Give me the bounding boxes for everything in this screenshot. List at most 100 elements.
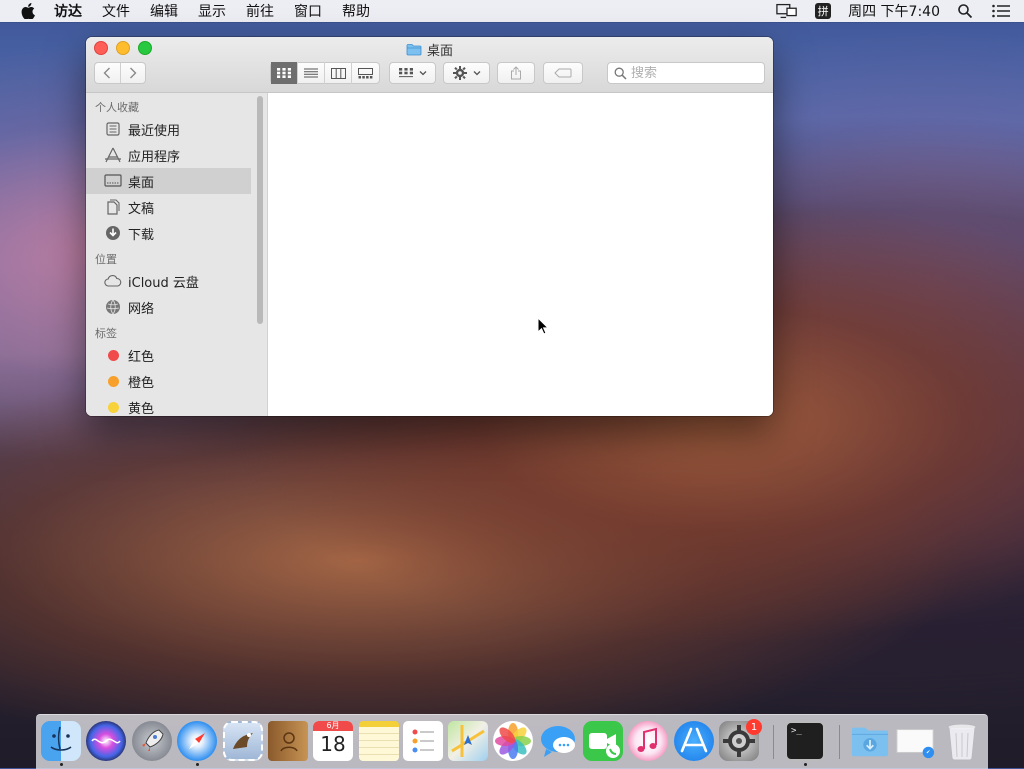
gallery-view-button[interactable] [352, 62, 379, 84]
sidebar-item-recents[interactable]: 最近使用 [86, 116, 251, 142]
window-titlebar[interactable]: 桌面 [86, 37, 773, 93]
dock-messages[interactable] [538, 721, 578, 761]
dock-safari[interactable] [177, 721, 217, 761]
sidebar-item-tag-orange[interactable]: 橙色 [86, 368, 251, 394]
sidebar-item-icloud-drive[interactable]: iCloud 云盘 [86, 268, 251, 294]
contacts-book-icon [280, 732, 298, 752]
map-icon [451, 725, 485, 757]
input-method-icon[interactable]: 拼 [812, 2, 834, 20]
sidebar-item-desktop[interactable]: 桌面 [86, 168, 251, 194]
red-tag-icon [104, 346, 122, 364]
dock-launchpad[interactable] [132, 721, 172, 761]
share-icon [511, 66, 521, 80]
list-view-button[interactable] [298, 62, 325, 84]
menu-finder[interactable]: 访达 [54, 1, 82, 21]
dock-desktop-stack[interactable] [896, 721, 936, 761]
dock-siri[interactable] [86, 721, 126, 761]
menu-bar: 访达 文件 编辑 显示 前往 窗口 帮助 拼 周四 下午7:40 [0, 0, 1024, 22]
folder-icon [406, 44, 422, 56]
notification-badge: 1 [746, 719, 762, 735]
gallery-view-icon [358, 67, 373, 78]
list-view-icon [304, 68, 318, 78]
toolbar [86, 61, 773, 87]
file-content-area[interactable] [268, 93, 773, 416]
sidebar-section-locations: 位置 [95, 253, 117, 266]
menu-clock[interactable]: 周四 下午7:40 [848, 1, 940, 21]
calendar-month: 6月 [313, 721, 353, 731]
menu-view[interactable]: 显示 [198, 1, 226, 21]
eagle-icon [233, 733, 253, 749]
sidebar-item-label: 下载 [128, 227, 155, 243]
document-stack-icon [896, 729, 935, 759]
dock-running-indicator [196, 763, 199, 766]
menu-go[interactable]: 前往 [246, 1, 274, 21]
share-button[interactable] [497, 62, 535, 84]
downloads-icon [104, 224, 122, 242]
calendar-day: 18 [320, 732, 346, 756]
mouse-cursor-icon [537, 317, 549, 335]
dock-maps[interactable] [448, 721, 488, 761]
sidebar-item-tag-red[interactable]: 红色 [86, 342, 251, 368]
spotlight-search-icon[interactable] [954, 2, 976, 20]
dock-finder[interactable] [41, 721, 81, 761]
dock-photos[interactable] [493, 721, 533, 761]
sidebar-item-applications[interactable]: 应用程序 [86, 142, 251, 168]
sidebar-item-label: 桌面 [128, 175, 155, 191]
input-method-label: 拼 [815, 3, 832, 19]
dock-mail[interactable] [223, 721, 263, 761]
column-view-icon [330, 67, 346, 79]
dock-separator [839, 725, 840, 759]
app-store-icon [680, 727, 708, 753]
dock-calendar[interactable]: 6月 18 [313, 721, 353, 761]
documents-icon [104, 198, 122, 216]
dock: 6月 18 1 >_ [36, 714, 988, 769]
yellow-tag-icon [104, 398, 122, 416]
sidebar-item-documents[interactable]: 文稿 [86, 194, 251, 220]
menu-help[interactable]: 帮助 [342, 1, 370, 21]
terminal-prompt: >_ [791, 726, 802, 736]
sidebar-item-label: 应用程序 [128, 149, 181, 165]
dock-terminal[interactable]: >_ [785, 721, 825, 761]
sidebar-item-network[interactable]: 网络 [86, 294, 251, 320]
dock-running-indicator [804, 763, 807, 766]
icloud-icon [104, 272, 122, 290]
sidebar-item-label: 文稿 [128, 201, 155, 217]
sidebar-item-downloads[interactable]: 下载 [86, 220, 251, 246]
group-by-button[interactable] [389, 62, 436, 84]
notification-center-icon[interactable] [990, 2, 1012, 20]
dock-itunes[interactable] [628, 721, 668, 761]
siri-icon [91, 738, 121, 744]
forward-button[interactable] [121, 63, 146, 83]
dock-app-store[interactable] [674, 721, 714, 761]
dock-downloads-folder[interactable] [850, 721, 890, 761]
dock-contacts[interactable] [268, 721, 308, 761]
network-icon [104, 298, 122, 316]
search-field[interactable] [607, 62, 765, 84]
dock-reminders[interactable] [403, 721, 443, 761]
dock-notes[interactable] [359, 721, 399, 761]
trash-icon [947, 723, 977, 761]
sidebar-item-label: 红色 [128, 349, 155, 365]
action-menu-button[interactable] [443, 62, 490, 84]
sidebar-item-label: 橙色 [128, 375, 155, 391]
menu-file[interactable]: 文件 [102, 1, 130, 21]
menu-edit[interactable]: 编辑 [150, 1, 178, 21]
window-title-text: 桌面 [426, 44, 453, 59]
search-icon [614, 67, 627, 80]
finder-icon [50, 726, 72, 751]
sidebar-scrollbar[interactable] [257, 96, 263, 324]
apple-menu-icon[interactable] [20, 3, 36, 19]
dock-trash[interactable] [942, 721, 982, 761]
sidebar-item-tag-yellow[interactable]: 黄色 [86, 394, 251, 416]
edit-tags-button[interactable] [543, 62, 583, 84]
dock-facetime[interactable] [583, 721, 623, 761]
column-view-button[interactable] [325, 62, 352, 84]
group-icon [398, 68, 413, 78]
airplay-display-icon[interactable] [776, 2, 798, 20]
compass-icon [189, 733, 205, 749]
icon-view-button[interactable] [271, 62, 298, 84]
sidebar: 个人收藏 最近使用 应用程序 桌面 文稿 下载 位置 iCloud 云盘 网络 … [86, 93, 268, 416]
menu-window[interactable]: 窗口 [294, 1, 322, 21]
search-input[interactable] [631, 65, 751, 81]
back-button[interactable] [95, 63, 121, 83]
